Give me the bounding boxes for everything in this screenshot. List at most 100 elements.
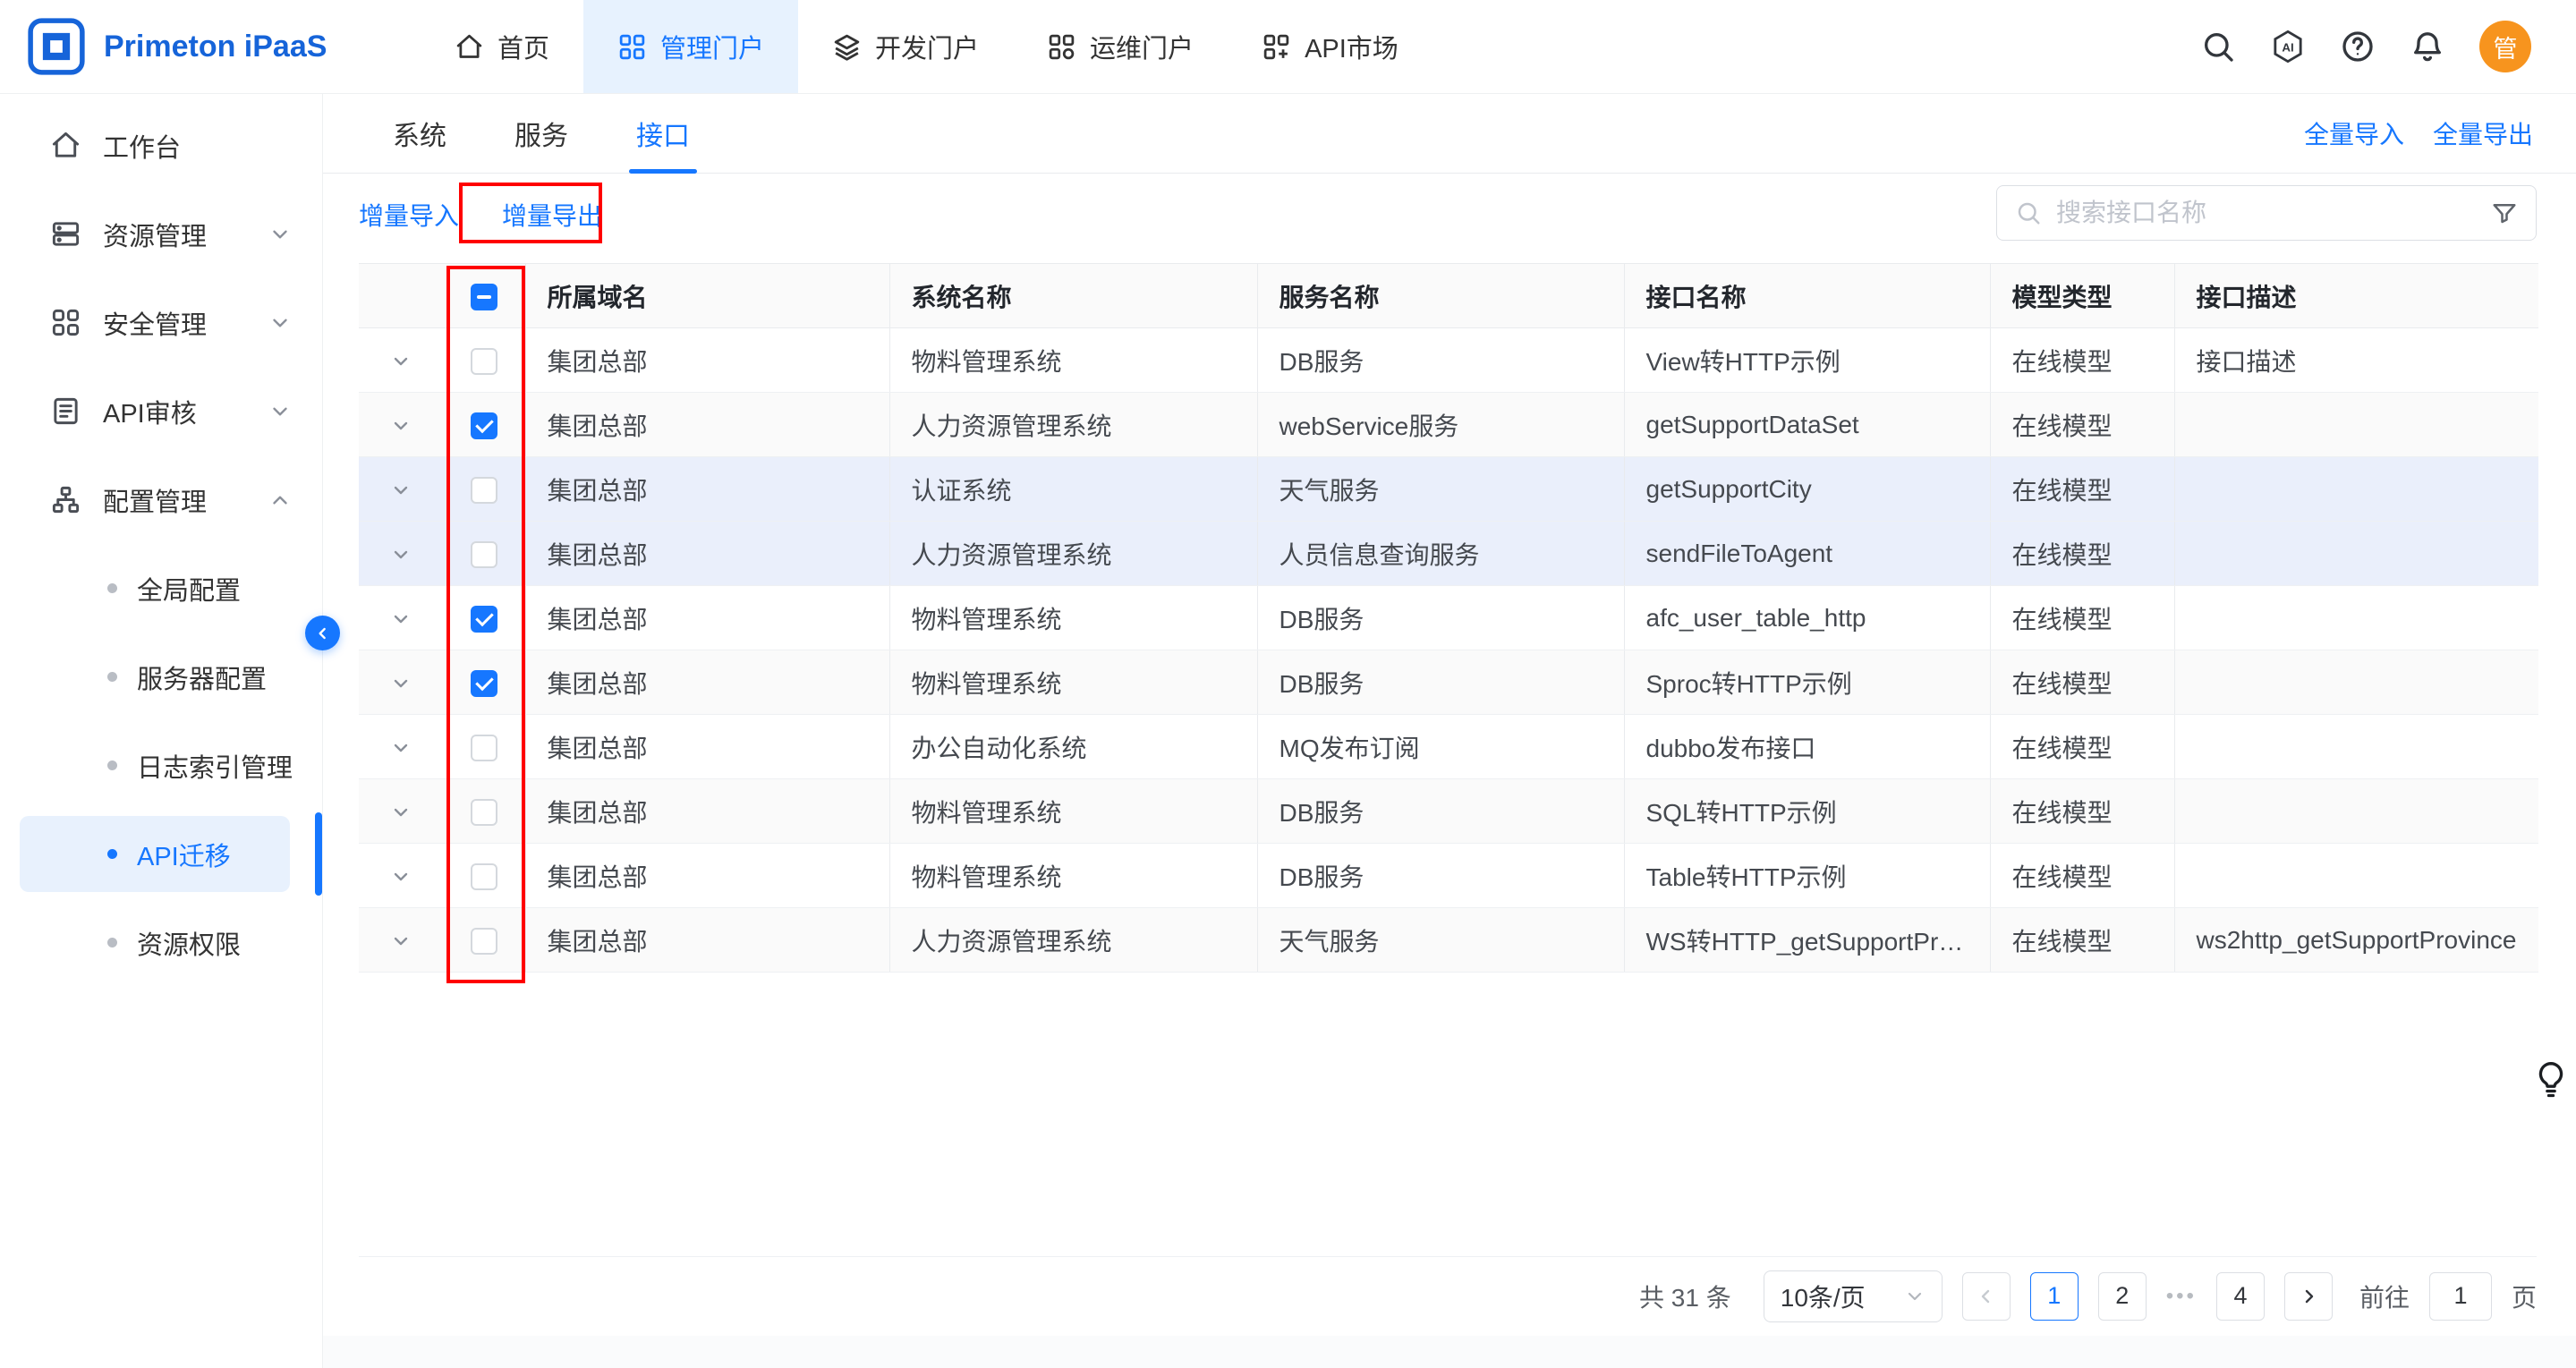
search-icon[interactable] [2200,29,2236,64]
nav-item-ops-portal[interactable]: 运维门户 [1013,0,1228,93]
chevron-down-icon[interactable] [390,930,412,952]
row-checkbox-cell[interactable] [443,779,525,844]
nav-item-admin-portal[interactable]: 管理门户 [583,0,798,93]
cell-desc [2174,393,2538,457]
sidebar-item-config[interactable]: 配置管理 [0,455,322,544]
row-checkbox[interactable] [471,412,497,439]
table-row: 集团总部人力资源管理系统天气服务WS转HTTP_getSupportProvin… [359,908,2538,973]
goto-page-input[interactable] [2429,1272,2492,1321]
row-checkbox[interactable] [471,541,497,568]
sidebar-item-resources[interactable]: 资源管理 [0,190,322,278]
notifications-bell-icon[interactable] [2410,29,2445,64]
search-interface-input[interactable] [2056,199,2477,227]
help-icon[interactable] [2340,29,2376,64]
page-button-2[interactable]: 2 [2098,1272,2147,1321]
row-checkbox-cell[interactable] [443,457,525,522]
chevron-down-icon[interactable] [390,737,412,759]
select-all-checkbox[interactable] [471,284,497,310]
sidebar-item-global-config[interactable]: 全局配置 [0,544,322,633]
row-expand-cell[interactable] [359,844,443,908]
incremental-import-link[interactable]: 增量导入 [359,197,459,233]
row-checkbox[interactable] [471,928,497,955]
row-expand-cell[interactable] [359,650,443,715]
sidebar-item-server-config[interactable]: 服务器配置 [0,633,322,721]
row-expand-cell[interactable] [359,328,443,393]
row-checkbox[interactable] [471,477,497,504]
row-checkbox-cell[interactable] [443,522,525,586]
row-expand-cell[interactable] [359,393,443,457]
sidebar-collapse-toggle[interactable] [305,616,340,650]
page-size-select[interactable]: 10条/页 [1764,1270,1943,1322]
row-checkbox[interactable] [471,863,497,890]
table-row: 集团总部物料管理系统DB服务afc_user_table_http在线模型 [359,586,2538,650]
cell-service: DB服务 [1257,650,1624,715]
row-checkbox[interactable] [471,799,497,826]
chevron-down-icon[interactable] [390,544,412,565]
row-expand-cell[interactable] [359,586,443,650]
page-ellipsis[interactable]: ••• [2166,1284,2197,1309]
sidebar-subitem-label: 日志索引管理 [137,747,293,785]
sidebar-item-log-index[interactable]: 日志索引管理 [0,721,322,810]
ai-assistant-icon[interactable]: AI [2270,29,2306,64]
sidebar-item-workbench[interactable]: 工作台 [0,101,322,190]
prev-page-button[interactable] [1962,1272,2011,1321]
page-button-1[interactable]: 1 [2030,1272,2079,1321]
sidebar-item-resource-permission[interactable]: 资源权限 [0,898,322,987]
bullet-icon [107,583,117,593]
chevron-down-icon[interactable] [390,351,412,372]
full-import-link[interactable]: 全量导入 [2304,115,2404,151]
nav-item-home[interactable]: 首页 [421,0,583,93]
chevron-down-icon[interactable] [390,802,412,823]
tab-interface[interactable]: 接口 [636,94,690,173]
row-checkbox-cell[interactable] [443,328,525,393]
row-expand-cell[interactable] [359,522,443,586]
next-page-button[interactable] [2284,1272,2333,1321]
bullet-icon [107,672,117,682]
chevron-right-icon [2298,1286,2319,1307]
row-checkbox[interactable] [471,348,497,375]
sidebar-item-security[interactable]: 安全管理 [0,278,322,367]
filter-icon[interactable] [2491,200,2518,226]
sidebar-item-api-migration[interactable]: API迁移 [0,810,322,898]
row-expand-cell[interactable] [359,908,443,973]
chevron-down-icon[interactable] [390,415,412,437]
chevron-down-icon[interactable] [390,480,412,501]
row-checkbox-cell[interactable] [443,715,525,779]
row-checkbox-cell[interactable] [443,586,525,650]
select-all-header[interactable] [443,264,525,328]
row-checkbox[interactable] [471,606,497,633]
row-checkbox-cell[interactable] [443,393,525,457]
chevron-down-icon[interactable] [390,866,412,888]
nav-item-dev-portal[interactable]: 开发门户 [798,0,1013,93]
row-expand-cell[interactable] [359,457,443,522]
table-row: 集团总部人力资源管理系统人员信息查询服务sendFileToAgent在线模型 [359,522,2538,586]
cell-domain: 集团总部 [525,586,889,650]
tab-system[interactable]: 系统 [393,94,446,173]
table-body: 集团总部物料管理系统DB服务View转HTTP示例在线模型接口描述集团总部人力资… [359,328,2538,973]
full-export-link[interactable]: 全量导出 [2433,115,2533,151]
sidebar-item-api-review[interactable]: API审核 [0,367,322,455]
incremental-export-link[interactable]: 增量导出 [502,197,602,233]
top-navbar: Primeton iPaaS 首页 管理门户 开发门户 运维门户 [0,0,2576,94]
cell-domain: 集团总部 [525,457,889,522]
user-avatar[interactable]: 管 [2479,21,2531,72]
row-expand-cell[interactable] [359,779,443,844]
cell-system: 人力资源管理系统 [889,522,1257,586]
row-checkbox[interactable] [471,735,497,761]
chevron-down-icon[interactable] [390,673,412,694]
brand[interactable]: Primeton iPaaS [0,17,421,76]
tab-service[interactable]: 服务 [514,94,568,173]
page-button-4[interactable]: 4 [2216,1272,2265,1321]
row-checkbox[interactable] [471,670,497,697]
cell-system: 物料管理系统 [889,328,1257,393]
row-checkbox-cell[interactable] [443,844,525,908]
cell-model: 在线模型 [1990,779,2174,844]
bullet-icon [107,760,117,770]
column-header-model-type: 模型类型 [1990,264,2174,328]
nav-item-api-market[interactable]: API市场 [1228,0,1433,93]
chevron-down-icon[interactable] [390,608,412,630]
lightbulb-icon[interactable] [2533,1060,2569,1100]
row-checkbox-cell[interactable] [443,908,525,973]
row-expand-cell[interactable] [359,715,443,779]
row-checkbox-cell[interactable] [443,650,525,715]
